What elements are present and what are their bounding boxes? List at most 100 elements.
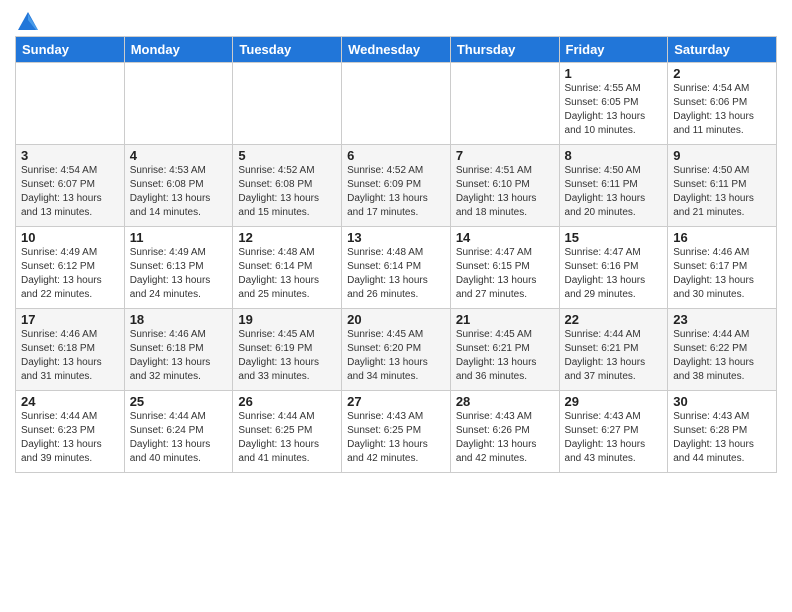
calendar-cell: 24Sunrise: 4:44 AMSunset: 6:23 PMDayligh… [16,391,125,473]
day-info: Sunrise: 4:47 AMSunset: 6:15 PMDaylight:… [456,246,554,302]
calendar-week-1: 1Sunrise: 4:55 AMSunset: 6:05 PMDaylight… [16,63,777,145]
calendar-week-3: 10Sunrise: 4:49 AMSunset: 6:12 PMDayligh… [16,227,777,309]
calendar-cell: 30Sunrise: 4:43 AMSunset: 6:28 PMDayligh… [668,391,777,473]
day-info: Sunrise: 4:43 AMSunset: 6:27 PMDaylight:… [565,410,663,466]
calendar-cell: 2Sunrise: 4:54 AMSunset: 6:06 PMDaylight… [668,63,777,145]
day-info: Sunrise: 4:46 AMSunset: 6:18 PMDaylight:… [21,328,119,384]
page: SundayMondayTuesdayWednesdayThursdayFrid… [0,0,792,612]
day-info: Sunrise: 4:46 AMSunset: 6:18 PMDaylight:… [130,328,228,384]
day-info: Sunrise: 4:54 AMSunset: 6:07 PMDaylight:… [21,164,119,220]
calendar-cell: 11Sunrise: 4:49 AMSunset: 6:13 PMDayligh… [124,227,233,309]
day-info: Sunrise: 4:52 AMSunset: 6:08 PMDaylight:… [238,164,336,220]
calendar-cell [124,63,233,145]
calendar-cell: 21Sunrise: 4:45 AMSunset: 6:21 PMDayligh… [450,309,559,391]
day-number: 17 [21,312,119,327]
calendar-cell: 12Sunrise: 4:48 AMSunset: 6:14 PMDayligh… [233,227,342,309]
calendar-cell: 5Sunrise: 4:52 AMSunset: 6:08 PMDaylight… [233,145,342,227]
weekday-header-monday: Monday [124,37,233,63]
day-number: 18 [130,312,228,327]
day-number: 14 [456,230,554,245]
day-info: Sunrise: 4:55 AMSunset: 6:05 PMDaylight:… [565,82,663,138]
weekday-header-tuesday: Tuesday [233,37,342,63]
calendar-cell: 27Sunrise: 4:43 AMSunset: 6:25 PMDayligh… [342,391,451,473]
day-info: Sunrise: 4:44 AMSunset: 6:23 PMDaylight:… [21,410,119,466]
day-info: Sunrise: 4:44 AMSunset: 6:22 PMDaylight:… [673,328,771,384]
calendar-cell: 17Sunrise: 4:46 AMSunset: 6:18 PMDayligh… [16,309,125,391]
day-number: 9 [673,148,771,163]
calendar-cell: 1Sunrise: 4:55 AMSunset: 6:05 PMDaylight… [559,63,668,145]
calendar-cell: 6Sunrise: 4:52 AMSunset: 6:09 PMDaylight… [342,145,451,227]
weekday-header-saturday: Saturday [668,37,777,63]
day-number: 7 [456,148,554,163]
calendar-cell: 14Sunrise: 4:47 AMSunset: 6:15 PMDayligh… [450,227,559,309]
day-info: Sunrise: 4:43 AMSunset: 6:25 PMDaylight:… [347,410,445,466]
day-info: Sunrise: 4:45 AMSunset: 6:21 PMDaylight:… [456,328,554,384]
calendar-cell: 22Sunrise: 4:44 AMSunset: 6:21 PMDayligh… [559,309,668,391]
day-number: 5 [238,148,336,163]
calendar-cell: 16Sunrise: 4:46 AMSunset: 6:17 PMDayligh… [668,227,777,309]
calendar-cell: 4Sunrise: 4:53 AMSunset: 6:08 PMDaylight… [124,145,233,227]
day-info: Sunrise: 4:44 AMSunset: 6:21 PMDaylight:… [565,328,663,384]
calendar-cell: 8Sunrise: 4:50 AMSunset: 6:11 PMDaylight… [559,145,668,227]
calendar-week-4: 17Sunrise: 4:46 AMSunset: 6:18 PMDayligh… [16,309,777,391]
day-number: 3 [21,148,119,163]
day-number: 4 [130,148,228,163]
day-number: 10 [21,230,119,245]
day-number: 13 [347,230,445,245]
weekday-header-friday: Friday [559,37,668,63]
day-number: 29 [565,394,663,409]
day-info: Sunrise: 4:50 AMSunset: 6:11 PMDaylight:… [565,164,663,220]
day-number: 24 [21,394,119,409]
day-info: Sunrise: 4:48 AMSunset: 6:14 PMDaylight:… [347,246,445,302]
calendar-cell: 20Sunrise: 4:45 AMSunset: 6:20 PMDayligh… [342,309,451,391]
header [15,10,777,30]
day-info: Sunrise: 4:43 AMSunset: 6:28 PMDaylight:… [673,410,771,466]
calendar-cell: 13Sunrise: 4:48 AMSunset: 6:14 PMDayligh… [342,227,451,309]
day-info: Sunrise: 4:52 AMSunset: 6:09 PMDaylight:… [347,164,445,220]
day-info: Sunrise: 4:47 AMSunset: 6:16 PMDaylight:… [565,246,663,302]
calendar-cell: 18Sunrise: 4:46 AMSunset: 6:18 PMDayligh… [124,309,233,391]
calendar-cell: 15Sunrise: 4:47 AMSunset: 6:16 PMDayligh… [559,227,668,309]
day-number: 1 [565,66,663,81]
calendar-header-row: SundayMondayTuesdayWednesdayThursdayFrid… [16,37,777,63]
calendar-cell: 7Sunrise: 4:51 AMSunset: 6:10 PMDaylight… [450,145,559,227]
calendar-cell: 3Sunrise: 4:54 AMSunset: 6:07 PMDaylight… [16,145,125,227]
day-info: Sunrise: 4:44 AMSunset: 6:25 PMDaylight:… [238,410,336,466]
day-info: Sunrise: 4:46 AMSunset: 6:17 PMDaylight:… [673,246,771,302]
calendar-cell: 10Sunrise: 4:49 AMSunset: 6:12 PMDayligh… [16,227,125,309]
weekday-header-wednesday: Wednesday [342,37,451,63]
calendar-cell: 29Sunrise: 4:43 AMSunset: 6:27 PMDayligh… [559,391,668,473]
weekday-header-thursday: Thursday [450,37,559,63]
day-number: 2 [673,66,771,81]
logo [15,14,38,30]
day-number: 8 [565,148,663,163]
day-info: Sunrise: 4:44 AMSunset: 6:24 PMDaylight:… [130,410,228,466]
calendar-cell [342,63,451,145]
calendar-table: SundayMondayTuesdayWednesdayThursdayFrid… [15,36,777,473]
calendar-cell: 19Sunrise: 4:45 AMSunset: 6:19 PMDayligh… [233,309,342,391]
day-number: 15 [565,230,663,245]
weekday-header-sunday: Sunday [16,37,125,63]
calendar-cell: 28Sunrise: 4:43 AMSunset: 6:26 PMDayligh… [450,391,559,473]
day-info: Sunrise: 4:53 AMSunset: 6:08 PMDaylight:… [130,164,228,220]
calendar-cell: 23Sunrise: 4:44 AMSunset: 6:22 PMDayligh… [668,309,777,391]
day-number: 11 [130,230,228,245]
day-info: Sunrise: 4:48 AMSunset: 6:14 PMDaylight:… [238,246,336,302]
calendar-cell: 26Sunrise: 4:44 AMSunset: 6:25 PMDayligh… [233,391,342,473]
calendar-week-5: 24Sunrise: 4:44 AMSunset: 6:23 PMDayligh… [16,391,777,473]
day-info: Sunrise: 4:50 AMSunset: 6:11 PMDaylight:… [673,164,771,220]
day-number: 27 [347,394,445,409]
day-number: 20 [347,312,445,327]
calendar-cell: 9Sunrise: 4:50 AMSunset: 6:11 PMDaylight… [668,145,777,227]
day-info: Sunrise: 4:45 AMSunset: 6:19 PMDaylight:… [238,328,336,384]
calendar-cell [450,63,559,145]
day-number: 26 [238,394,336,409]
day-number: 16 [673,230,771,245]
day-number: 12 [238,230,336,245]
day-info: Sunrise: 4:54 AMSunset: 6:06 PMDaylight:… [673,82,771,138]
day-number: 28 [456,394,554,409]
day-info: Sunrise: 4:49 AMSunset: 6:13 PMDaylight:… [130,246,228,302]
day-number: 19 [238,312,336,327]
day-number: 23 [673,312,771,327]
calendar-cell [16,63,125,145]
